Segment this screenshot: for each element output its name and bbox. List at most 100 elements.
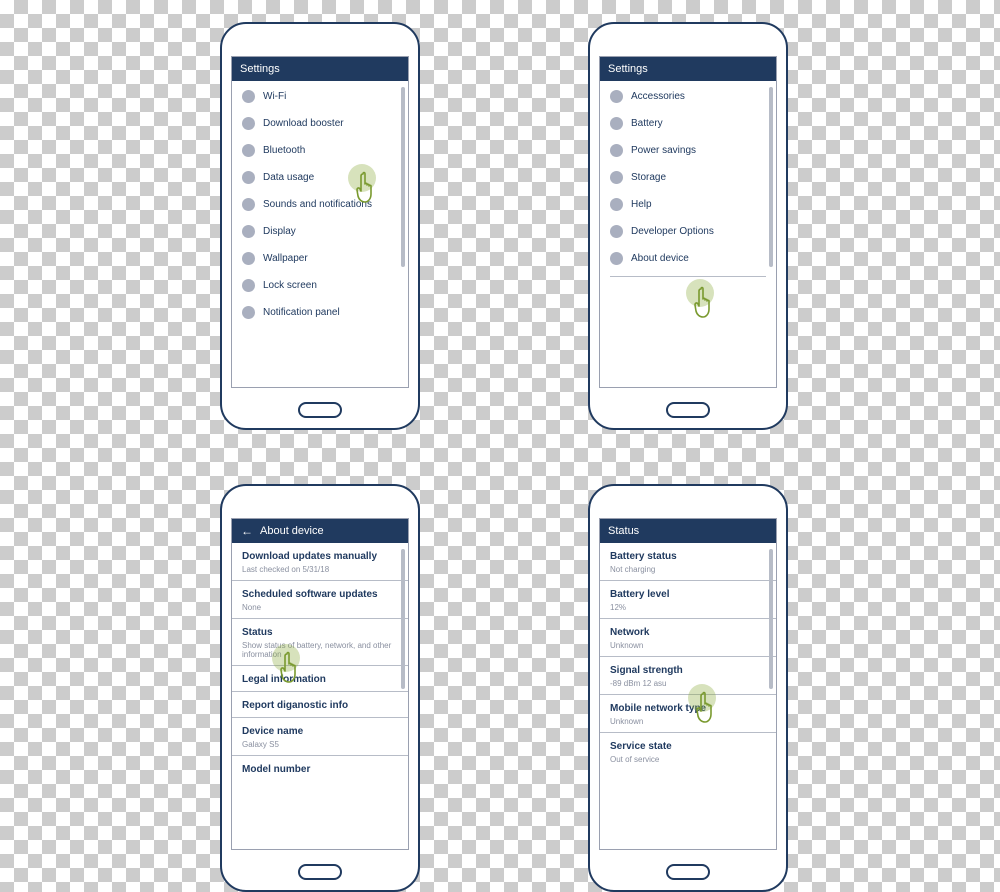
scrollbar[interactable] bbox=[401, 87, 405, 267]
bullet-icon bbox=[610, 198, 623, 211]
list-item[interactable]: About device bbox=[600, 245, 776, 272]
list-item[interactable]: Report diganostic info bbox=[232, 692, 408, 718]
screen: Settings Wi-Fi Download booster Bluetoot… bbox=[231, 56, 409, 388]
item-title: Battery level bbox=[610, 589, 766, 600]
list-item-label: Wi-Fi bbox=[263, 91, 286, 102]
scrollbar[interactable] bbox=[769, 549, 773, 689]
list-item-label: Power savings bbox=[631, 145, 696, 156]
list-item[interactable]: Service state Out of service bbox=[600, 733, 776, 770]
header-title: Status bbox=[608, 525, 639, 537]
phone-settings-1: Settings Wi-Fi Download booster Bluetoot… bbox=[220, 22, 420, 430]
item-title: Status bbox=[242, 627, 398, 638]
home-button[interactable] bbox=[298, 864, 342, 880]
back-arrow-icon[interactable]: ← bbox=[240, 524, 254, 538]
header-bar: Status bbox=[600, 519, 776, 543]
bullet-icon bbox=[242, 306, 255, 319]
list-item[interactable]: Status Show status of battery, network, … bbox=[232, 619, 408, 666]
list-item-label: Developer Options bbox=[631, 226, 714, 237]
item-title: Report diganostic info bbox=[242, 700, 398, 711]
bullet-icon bbox=[242, 252, 255, 265]
header-bar: ← About device bbox=[232, 519, 408, 543]
list-item[interactable]: Battery level 12% bbox=[600, 581, 776, 619]
list-item[interactable]: Scheduled software updates None bbox=[232, 581, 408, 619]
list-item[interactable]: Notification panel bbox=[232, 299, 408, 326]
list-item[interactable]: Network Unknown bbox=[600, 619, 776, 657]
list-item[interactable]: Signal strength -89 dBm 12 asu bbox=[600, 657, 776, 695]
list-item-label: Sounds and notifications bbox=[263, 199, 372, 210]
bullet-icon bbox=[610, 225, 623, 238]
bullet-icon bbox=[242, 144, 255, 157]
bullet-icon bbox=[610, 117, 623, 130]
header-bar: Settings bbox=[232, 57, 408, 81]
item-title: Scheduled software updates bbox=[242, 589, 398, 600]
bullet-icon bbox=[610, 252, 623, 265]
list-item-label: Accessories bbox=[631, 91, 685, 102]
list-item[interactable]: Storage bbox=[600, 164, 776, 191]
list-item[interactable]: Sounds and notifications bbox=[232, 191, 408, 218]
home-button[interactable] bbox=[298, 402, 342, 418]
item-title: Model number bbox=[242, 764, 398, 775]
list-item-label: Notification panel bbox=[263, 307, 340, 318]
status-list: Battery status Not charging Battery leve… bbox=[600, 543, 776, 770]
section-divider bbox=[610, 276, 766, 277]
item-title: Service state bbox=[610, 741, 766, 752]
list-item[interactable]: Legal information bbox=[232, 666, 408, 692]
list-item[interactable]: Device name Galaxy S5 bbox=[232, 718, 408, 756]
list-item[interactable]: Developer Options bbox=[600, 218, 776, 245]
item-subtitle: Unknown bbox=[610, 641, 766, 650]
list-item[interactable]: Wallpaper bbox=[232, 245, 408, 272]
list-item[interactable]: Lock screen bbox=[232, 272, 408, 299]
item-subtitle: Out of service bbox=[610, 755, 766, 764]
list-item[interactable]: Wi-Fi bbox=[232, 83, 408, 110]
header-bar: Settings bbox=[600, 57, 776, 81]
phone-about-device: ← About device Download updates manually… bbox=[220, 484, 420, 892]
item-subtitle: Galaxy S5 bbox=[242, 740, 398, 749]
list-item-label: Wallpaper bbox=[263, 253, 308, 264]
item-subtitle: Show status of battery, network, and oth… bbox=[242, 641, 398, 659]
list-item[interactable]: Display bbox=[232, 218, 408, 245]
bullet-icon bbox=[242, 198, 255, 211]
item-subtitle: Last checked on 5/31/18 bbox=[242, 565, 398, 574]
list-item-label: Data usage bbox=[263, 172, 314, 183]
screen: Settings Accessories Battery Power savin… bbox=[599, 56, 777, 388]
item-title: Mobile network type bbox=[610, 703, 766, 714]
list-item[interactable]: Data usage bbox=[232, 164, 408, 191]
list-item[interactable]: Accessories bbox=[600, 83, 776, 110]
bullet-icon bbox=[610, 144, 623, 157]
item-subtitle: -89 dBm 12 asu bbox=[610, 679, 766, 688]
home-button[interactable] bbox=[666, 402, 710, 418]
list-item[interactable]: Download booster bbox=[232, 110, 408, 137]
header-title: About device bbox=[260, 525, 324, 537]
bullet-icon bbox=[610, 90, 623, 103]
scrollbar[interactable] bbox=[769, 87, 773, 267]
list-item[interactable]: Download updates manually Last checked o… bbox=[232, 543, 408, 581]
settings-list: Wi-Fi Download booster Bluetooth Data us… bbox=[232, 81, 408, 326]
phone-settings-2: Settings Accessories Battery Power savin… bbox=[588, 22, 788, 430]
bullet-icon bbox=[242, 225, 255, 238]
list-item[interactable]: Power savings bbox=[600, 137, 776, 164]
list-item-label: Bluetooth bbox=[263, 145, 305, 156]
item-title: Download updates manually bbox=[242, 551, 398, 562]
home-button[interactable] bbox=[666, 864, 710, 880]
item-title: Signal strength bbox=[610, 665, 766, 676]
item-title: Device name bbox=[242, 726, 398, 737]
list-item[interactable]: Battery status Not charging bbox=[600, 543, 776, 581]
item-subtitle: Unknown bbox=[610, 717, 766, 726]
screen: Status Battery status Not charging Batte… bbox=[599, 518, 777, 850]
list-item-label: About device bbox=[631, 253, 689, 264]
list-item[interactable]: Help bbox=[600, 191, 776, 218]
list-item[interactable]: Bluetooth bbox=[232, 137, 408, 164]
list-item-label: Display bbox=[263, 226, 296, 237]
item-subtitle: 12% bbox=[610, 603, 766, 612]
settings-list: Accessories Battery Power savings Storag… bbox=[600, 81, 776, 272]
phone-status: Status Battery status Not charging Batte… bbox=[588, 484, 788, 892]
item-subtitle: None bbox=[242, 603, 398, 612]
bullet-icon bbox=[242, 117, 255, 130]
list-item-label: Lock screen bbox=[263, 280, 317, 291]
item-title: Network bbox=[610, 627, 766, 638]
list-item[interactable]: Mobile network type Unknown bbox=[600, 695, 776, 733]
header-title: Settings bbox=[608, 63, 648, 75]
scrollbar[interactable] bbox=[401, 549, 405, 689]
list-item[interactable]: Battery bbox=[600, 110, 776, 137]
list-item[interactable]: Model number bbox=[232, 756, 408, 781]
